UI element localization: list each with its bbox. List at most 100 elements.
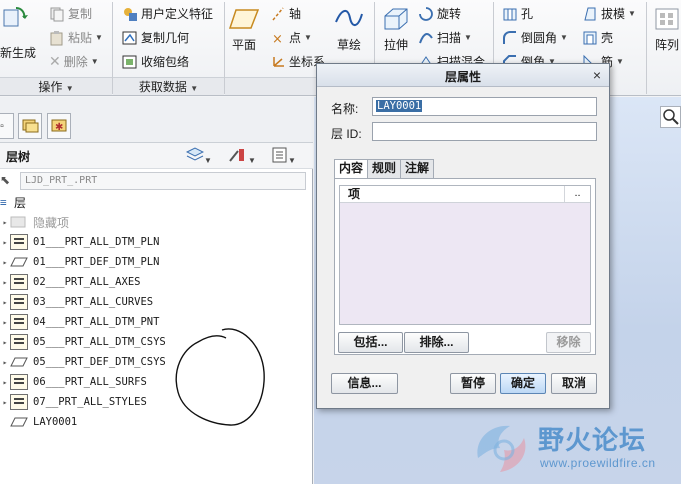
tab-contents[interactable]: 内容 — [334, 159, 369, 179]
active-model-selector[interactable]: LJD_PRT_.PRT — [20, 172, 306, 190]
remove-button[interactable]: 移除 — [546, 332, 591, 353]
tree-item-layer[interactable]: ▸ 01___PRT_DEF_DTM_PLN — [0, 252, 313, 272]
model-tree-icon: ▫ — [0, 120, 4, 132]
chevron-down-icon: ▼ — [304, 33, 312, 42]
display-menu-button[interactable]: ▼ — [272, 147, 296, 166]
dialog-title: 层属性 — [444, 70, 481, 84]
watermark-url: www.proewildfire.cn — [540, 456, 656, 470]
point-icon: × — [270, 30, 286, 47]
chevron-down-icon: ▼ — [616, 57, 624, 66]
column-item[interactable]: 项 — [340, 186, 564, 202]
pause-button[interactable]: 暂停 — [450, 373, 496, 394]
regenerate-label: 新生成 — [0, 46, 37, 60]
regenerate-icon — [0, 4, 28, 34]
cursor-arrow-icon: ⬉ — [0, 173, 11, 187]
tab-model-tree[interactable]: ▫ — [0, 113, 14, 139]
svg-text:✱: ✱ — [55, 122, 63, 133]
layer-plane-icon — [10, 254, 28, 270]
pattern-button[interactable]: 阵列 — [655, 8, 679, 53]
chevron-down-icon: ▼ — [464, 33, 472, 42]
csys-icon — [270, 54, 286, 70]
name-label: 名称: — [331, 102, 359, 116]
ok-button[interactable]: 确定 — [500, 373, 546, 394]
plane-button[interactable]: 平面 — [228, 6, 260, 53]
folders-icon — [21, 117, 39, 136]
chevron-down-icon: ▼ — [95, 33, 103, 42]
navigator-tabs: ▫ ✱ — [0, 97, 313, 143]
round-icon — [502, 30, 518, 46]
chevron-down-icon: ▼ — [90, 57, 99, 66]
group-operations-menu[interactable]: 操作 ▼ — [0, 77, 112, 95]
extrude-button[interactable]: 拉伸 — [381, 6, 411, 53]
layers-menu-button[interactable]: ▼ — [185, 147, 212, 166]
group-get-data-menu[interactable]: 获取数据 ▼ — [113, 77, 224, 95]
plane-icon — [228, 6, 260, 32]
info-button[interactable]: 信息... — [331, 373, 398, 394]
include-button[interactable]: 包括... — [338, 332, 403, 353]
tools-menu-button[interactable]: ▼ — [228, 147, 256, 166]
delete-button[interactable]: ✕ 删除 ▼ — [49, 53, 99, 70]
close-icon: ✕ — [49, 53, 61, 69]
tree-item-layer[interactable]: ▸ 02___PRT_ALL_AXES — [0, 272, 313, 292]
expand-arrow-icon: ▸ — [2, 317, 8, 327]
tree-item-layer[interactable]: ▸ 01___PRT_ALL_DTM_PLN — [0, 232, 313, 252]
udf-button[interactable]: 用户定义特征 — [122, 5, 213, 22]
expand-arrow-icon: ▸ — [2, 257, 8, 267]
sweep-icon — [418, 30, 434, 46]
shell-button[interactable]: 壳 — [582, 29, 613, 46]
layers-icon — [185, 147, 205, 166]
tree-item-hidden-items[interactable]: ▸ 隐藏项 — [0, 212, 313, 232]
layer-items-list[interactable]: 项 .. — [339, 185, 591, 325]
layer-id-label: 层 ID: — [331, 127, 362, 141]
tree-root-layers[interactable]: ≡ 层 — [0, 192, 313, 212]
cancel-button[interactable]: 取消 — [551, 373, 597, 394]
hand-drawn-circle-annotation — [175, 328, 265, 426]
layer-tree-title: 层树 — [6, 150, 31, 164]
close-icon[interactable]: × — [593, 67, 601, 83]
sketch-icon — [334, 6, 364, 32]
tab-rules[interactable]: 规则 — [367, 159, 402, 178]
layer-id-field[interactable] — [372, 122, 597, 141]
tab-notes[interactable]: 注解 — [400, 159, 435, 178]
shrinkwrap-icon — [122, 54, 138, 70]
column-extra[interactable]: .. — [564, 186, 590, 202]
paste-button[interactable]: 粘贴 ▼ — [49, 29, 103, 46]
chevron-down-icon: ▼ — [190, 84, 199, 93]
layer-name-field[interactable]: LAY0001 — [372, 97, 597, 116]
dialog-tabs: 内容 规则 注解 — [334, 159, 435, 179]
revolve-icon — [418, 6, 434, 22]
point-button[interactable]: × 点 ▼ — [270, 29, 312, 47]
sketch-button[interactable]: 草绘 — [334, 6, 364, 53]
axis-icon — [270, 6, 286, 22]
regenerate-button[interactable] — [0, 4, 28, 34]
sweep-button[interactable]: 扫描 ▼ — [418, 29, 472, 46]
chevron-down-icon: ▼ — [204, 156, 212, 165]
axis-button[interactable]: 轴 — [270, 5, 301, 22]
shrinkwrap-button[interactable]: 收缩包络 — [122, 53, 189, 70]
draft-button[interactable]: 拔模 ▼ — [582, 5, 636, 22]
revolve-button[interactable]: 旋转 — [418, 5, 461, 22]
zoom-view-button[interactable] — [660, 106, 681, 128]
copy-geometry-button[interactable]: 复制几何 — [122, 29, 189, 46]
chevron-down-icon: ▼ — [65, 84, 74, 93]
tab-folder-browser[interactable] — [18, 113, 42, 139]
udf-icon — [122, 6, 138, 22]
tab-favorites[interactable]: ✱ — [47, 113, 71, 139]
expand-arrow-icon: ▸ — [2, 237, 8, 247]
tree-item-layer[interactable]: ▸ 03___PRT_ALL_CURVES — [0, 292, 313, 312]
hole-button[interactable]: 孔 — [502, 5, 533, 22]
dialog-titlebar[interactable]: 层属性 × — [317, 64, 609, 87]
round-button[interactable]: 倒圆角 ▼ — [502, 29, 568, 46]
tools-icon — [228, 149, 248, 166]
chevron-down-icon: ▼ — [560, 33, 568, 42]
copy-icon — [49, 6, 65, 22]
list-header: 项 .. — [340, 186, 590, 203]
layer-properties-dialog: 层属性 × 名称: LAY0001 层 ID: 内容 规则 注解 项 .. 包括… — [316, 63, 610, 409]
chevron-down-icon: ▼ — [248, 156, 256, 165]
layer-icon — [10, 334, 28, 350]
active-model-row: ⬉ LJD_PRT_.PRT — [0, 170, 313, 192]
expand-arrow-icon: ▸ — [2, 337, 8, 347]
chevron-down-icon: ▼ — [628, 9, 636, 18]
copy-button[interactable]: 复制 — [49, 5, 92, 22]
exclude-button[interactable]: 排除... — [404, 332, 469, 353]
